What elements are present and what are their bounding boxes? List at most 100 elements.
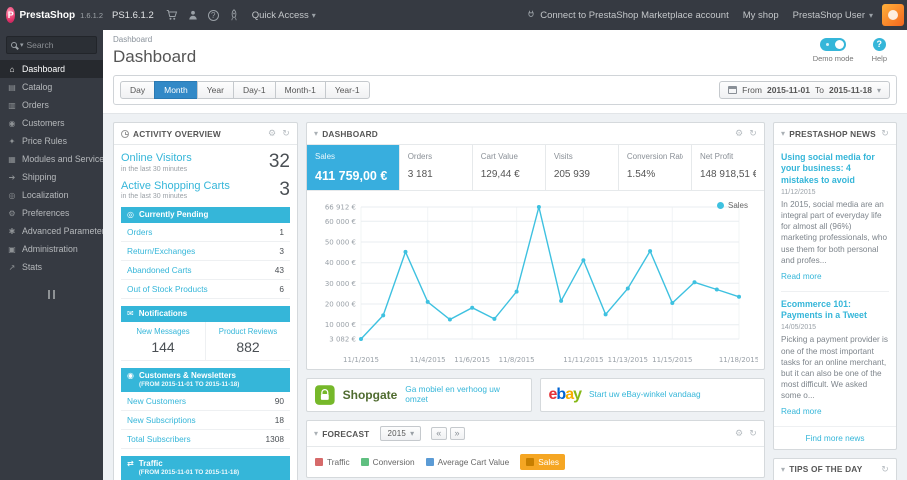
gear-icon[interactable]: ⚙: [268, 128, 276, 139]
filter-button-day-1[interactable]: Day-1: [232, 81, 276, 99]
kpi-sales[interactable]: Sales 411 759,00 €: [307, 145, 400, 190]
demo-mode-label: Demo mode: [812, 54, 854, 63]
sidebar-item-localization[interactable]: ◎ Localization: [0, 186, 103, 204]
sidebar-item-shipping[interactable]: ➔ Shipping: [0, 168, 103, 186]
kpi-orders[interactable]: Orders 3 181: [400, 145, 473, 190]
forecast-legend: Traffic Conversion Average Cart Value Sa…: [307, 447, 764, 477]
svg-text:11/18/2015: 11/18/2015: [719, 356, 758, 364]
sidebar-item-customers[interactable]: ◉ Customers: [0, 114, 103, 132]
svg-text:10 000 €: 10 000 €: [325, 321, 356, 329]
sidebar-item-stats[interactable]: ↗ Stats: [0, 258, 103, 276]
stat-label[interactable]: Active Shopping Carts: [121, 180, 230, 193]
sidebar-item-preferences[interactable]: ⚙ Preferences: [0, 204, 103, 222]
user-avatar[interactable]: [882, 4, 904, 26]
kpi-conversion-rate[interactable]: Conversion Rate 1.54%: [619, 145, 692, 190]
stat-label[interactable]: Online Visitors: [121, 152, 192, 165]
sidebar-item-advanced-parameters[interactable]: ✱ Advanced Parameters: [0, 222, 103, 240]
sidebar-item-label: Catalog: [22, 82, 53, 92]
target-icon: ◎: [127, 210, 134, 220]
refresh-icon[interactable]: ↻: [282, 128, 290, 139]
filter-button-month[interactable]: Month: [154, 81, 198, 99]
sidebar-item-dashboard[interactable]: ⌂ Dashboard: [0, 60, 103, 78]
article-title[interactable]: Ecommerce 101: Payments in a Tweet: [781, 299, 889, 322]
kpi-visits[interactable]: Visits 205 939: [546, 145, 619, 190]
date-from: 2015-11-01: [766, 85, 810, 95]
panel-title: DASHBOARD: [322, 128, 378, 139]
modules-icon: ▦: [8, 154, 16, 164]
marketplace-link[interactable]: Connect to PrestaShop Marketplace accoun…: [526, 10, 729, 21]
header-tools: Demo mode ? Help: [813, 38, 887, 63]
ebay-promo: ebay Start uw eBay-winkel vandaag: [539, 378, 765, 412]
refresh-icon[interactable]: ↻: [749, 128, 757, 139]
svg-text:11/1/2015: 11/1/2015: [343, 356, 379, 364]
product-reviews-cell[interactable]: Product Reviews 882: [205, 322, 290, 361]
filter-button-year-1[interactable]: Year-1: [324, 81, 370, 99]
shop-name-link[interactable]: PS1.6.1.2: [112, 10, 154, 21]
help-label: Help: [871, 54, 887, 63]
prev-button[interactable]: «: [431, 427, 447, 440]
sidebar-item-administration[interactable]: ▣ Administration: [0, 240, 103, 258]
prestashop-logo[interactable]: P PrestaShop 1.6.1.2: [0, 7, 103, 23]
customers-row: New Customers 90: [121, 392, 290, 412]
cart-icon[interactable]: [166, 9, 178, 21]
filter-button-month-1[interactable]: Month-1: [274, 81, 326, 99]
chart-legend: Sales: [716, 201, 748, 210]
gear-icon[interactable]: ⚙: [735, 428, 743, 439]
demo-mode-toggle[interactable]: Demo mode: [813, 38, 854, 63]
news-article: Ecommerce 101: Payments in a Tweet 14/05…: [781, 290, 889, 419]
my-shop-link[interactable]: My shop: [743, 10, 779, 21]
next-button[interactable]: »: [449, 427, 465, 440]
toggle-icon[interactable]: [820, 38, 847, 51]
stats-icon: ↗: [8, 262, 16, 272]
svg-text:30 000 €: 30 000 €: [325, 280, 356, 288]
search-scope-caret-icon[interactable]: ▾: [20, 41, 24, 49]
sidebar-item-orders[interactable]: ▥ Orders: [0, 96, 103, 114]
user-icon[interactable]: [187, 9, 199, 21]
ebay-link[interactable]: Start uw eBay-winkel vandaag: [589, 389, 701, 400]
date-range-picker[interactable]: From 2015-11-01 To 2015-11-18 ▾: [719, 81, 890, 99]
panel-header: ACTIVITY OVERVIEW ⚙ ↻: [114, 123, 297, 145]
gear-icon[interactable]: ⚙: [735, 128, 743, 139]
swatch-icon: [526, 458, 535, 466]
quick-access-menu[interactable]: Quick Access ▾: [252, 10, 316, 21]
rocket-icon[interactable]: [228, 9, 240, 21]
refresh-icon[interactable]: ↻: [881, 128, 889, 139]
refresh-icon[interactable]: ↻: [749, 428, 757, 439]
traffic-section-header: ⇄ Traffic (FROM 2015-11-01 TO 2015-11-18): [121, 456, 290, 480]
legend-item-average-cart-value[interactable]: Average Cart Value: [425, 457, 509, 467]
sidebar-item-label: Customers: [22, 118, 65, 128]
forecast-pager: « »: [431, 427, 465, 440]
search-input[interactable]: [26, 40, 79, 50]
sidebar-item-modules[interactable]: ▦ Modules and Services: [0, 150, 103, 168]
customers-row: New Subscriptions 18: [121, 411, 290, 431]
ebay-logo: ebay: [548, 386, 582, 403]
filter-button-year[interactable]: Year: [196, 81, 234, 99]
article-title[interactable]: Using social media for your business: 4 …: [781, 152, 889, 186]
legend-item-conversion[interactable]: Conversion: [360, 457, 415, 467]
filter-button-day[interactable]: Day: [120, 81, 156, 99]
svg-text:66 912 €: 66 912 €: [325, 204, 356, 212]
new-messages-cell[interactable]: New Messages 144: [121, 322, 205, 360]
shopgate-link[interactable]: Ga mobiel en verhoog uw omzet: [405, 384, 522, 405]
find-more-news-link[interactable]: Find more news: [774, 425, 896, 449]
sidebar-collapse-button[interactable]: [45, 290, 59, 299]
forecast-year-select[interactable]: 2015 ▾: [380, 426, 422, 441]
customers-section-header: ◉ Customers & Newsletters (FROM 2015-11-0…: [121, 368, 290, 393]
chevron-down-icon: ▾: [410, 429, 415, 438]
legend-item-sales[interactable]: Sales: [520, 454, 565, 470]
sidebar-item-price-rules[interactable]: ✦ Price Rules: [0, 132, 103, 150]
read-more-link[interactable]: Read more: [781, 407, 822, 416]
svg-text:60 000 €: 60 000 €: [325, 218, 356, 226]
refresh-icon[interactable]: ↻: [881, 464, 889, 475]
sidebar-item-catalog[interactable]: ▤ Catalog: [0, 78, 103, 96]
module-promos: Shopgate Ga mobiel en verhoog uw omzet e…: [306, 378, 765, 412]
help-circle-icon[interactable]: ?: [207, 9, 219, 21]
user-menu[interactable]: PrestaShop User ▾: [793, 10, 873, 21]
kpi-net-profit[interactable]: Net Profit 148 918,51 €: [692, 145, 764, 190]
help-button[interactable]: ? Help: [872, 38, 887, 63]
legend-item-traffic[interactable]: Traffic: [315, 457, 350, 467]
svg-text:20 000 €: 20 000 €: [325, 301, 356, 309]
kpi-cart-value[interactable]: Cart Value 129,44 €: [473, 145, 546, 190]
read-more-link[interactable]: Read more: [781, 272, 822, 281]
panel-header: ▾ TIPS OF THE DAY ↻: [774, 459, 896, 480]
